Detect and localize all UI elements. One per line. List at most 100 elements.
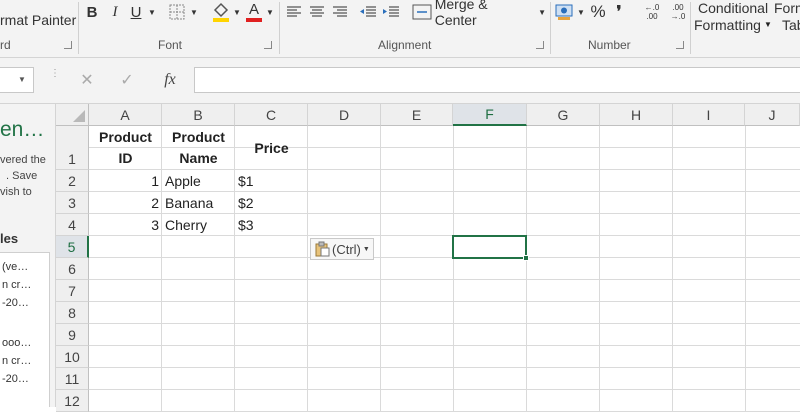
recovered-files-list[interactable]: (ve… n cr… -20… ooo… n cr… -20… [0, 252, 50, 407]
insert-function-button[interactable]: fx [158, 69, 182, 91]
formula-bar-grip[interactable]: ⋮ [50, 69, 60, 79]
accounting-dropdown-icon[interactable]: ▼ [576, 4, 586, 20]
align-center-icon [310, 6, 324, 17]
side-pane-title: en… [0, 118, 45, 141]
increase-decimal-button[interactable]: ←.0 .00 [640, 0, 664, 24]
column-header-h[interactable]: H [600, 104, 673, 126]
font-dialog-launcher[interactable] [264, 41, 272, 49]
bold-button[interactable]: B [82, 2, 102, 22]
formula-input[interactable] [194, 67, 800, 93]
name-box-dropdown-icon[interactable]: ▼ [18, 75, 26, 84]
cell-a3[interactable]: 2 [89, 192, 159, 214]
merge-center-button[interactable]: Merge & Center ▼ [412, 0, 546, 28]
row-header-1[interactable]: 1 [56, 126, 89, 170]
ribbon: rmat Painter rd B I U ▼ ▼ ▼ A ▼ Font Mer… [0, 0, 800, 58]
column-header-e[interactable]: E [381, 104, 453, 126]
cell-b1-line1: Product [172, 129, 225, 145]
alignment-dialog-launcher[interactable] [536, 41, 544, 49]
cell-a1[interactable]: Product ID [89, 126, 162, 170]
paste-options-dropdown-icon: ▼ [362, 245, 370, 253]
row-header-4[interactable]: 4 [56, 214, 89, 236]
side-pane-section-heading: les [0, 231, 19, 246]
row-header-5[interactable]: 5 [56, 236, 89, 258]
column-header-f[interactable]: F [453, 104, 527, 126]
conditional-formatting-button[interactable]: Conditional Formatting ▼ [694, 0, 772, 36]
comma-style-button[interactable]: ❜ [611, 1, 627, 23]
fill-color-button[interactable] [210, 0, 232, 24]
borders-button[interactable] [168, 3, 186, 21]
row-header-7[interactable]: 7 [56, 280, 89, 302]
list-item[interactable]: (ve… [2, 261, 28, 273]
cell-c4[interactable]: $3 [238, 214, 308, 236]
number-group-label: Number [588, 38, 631, 52]
align-center-button[interactable] [307, 3, 327, 21]
increase-indent-button[interactable] [381, 3, 401, 21]
cell-b2[interactable]: Apple [165, 170, 235, 192]
fill-handle[interactable] [523, 255, 529, 261]
row-header-11[interactable]: 11 [56, 368, 89, 390]
row-header-6[interactable]: 6 [56, 258, 89, 280]
font-color-dropdown-icon[interactable]: ▼ [265, 4, 275, 20]
format-painter-button[interactable]: rmat Painter [0, 12, 76, 28]
row-header-8[interactable]: 8 [56, 302, 89, 324]
column-header-c[interactable]: C [235, 104, 308, 126]
cell-b3[interactable]: Banana [165, 192, 235, 214]
row-header-12[interactable]: 12 [56, 390, 89, 412]
align-right-button[interactable] [330, 3, 350, 21]
list-item[interactable]: ooo… [2, 337, 31, 349]
list-item[interactable]: n cr… [2, 279, 31, 291]
column-header-a[interactable]: A [89, 104, 162, 126]
font-color-glyph: A [248, 1, 259, 18]
side-pane-text-line: vish to [0, 186, 32, 198]
cell-a4[interactable]: 3 [89, 214, 159, 236]
ribbon-separator [78, 2, 79, 54]
cell-b1[interactable]: Product Name [162, 126, 235, 170]
merge-center-icon [412, 4, 432, 20]
font-color-button[interactable]: A [244, 0, 264, 24]
merge-center-dropdown-icon: ▼ [538, 7, 546, 17]
underline-button[interactable]: U [126, 2, 146, 22]
column-header-i[interactable]: I [673, 104, 745, 126]
format-as-table-label-2: Tab [782, 17, 800, 33]
paste-options-button[interactable]: (Ctrl) ▼ [310, 238, 374, 260]
list-item[interactable]: -20… [2, 297, 29, 309]
row-header-10[interactable]: 10 [56, 346, 89, 368]
column-header-d[interactable]: D [308, 104, 381, 126]
column-header-j[interactable]: J [745, 104, 800, 126]
align-left-button[interactable] [284, 3, 304, 21]
active-cell-f5[interactable] [452, 235, 529, 261]
cell-c2[interactable]: $1 [238, 170, 308, 192]
select-all-button[interactable] [56, 104, 89, 126]
font-color-bar [246, 18, 262, 22]
cell-b4[interactable]: Cherry [165, 214, 235, 236]
clipboard-icon [315, 241, 330, 257]
row-header-9[interactable]: 9 [56, 324, 89, 346]
clipboard-group-label: rd [0, 38, 11, 52]
cell-a2[interactable]: 1 [89, 170, 159, 192]
row-header-3[interactable]: 3 [56, 192, 89, 214]
align-right-icon [333, 6, 347, 17]
column-header-g[interactable]: G [527, 104, 600, 126]
cell-c3[interactable]: $2 [238, 192, 308, 214]
percent-style-button[interactable]: % [589, 1, 607, 23]
underline-dropdown-icon[interactable]: ▼ [147, 4, 157, 20]
fill-color-dropdown-icon[interactable]: ▼ [232, 4, 242, 20]
cell-c1[interactable]: Price [235, 126, 308, 170]
accounting-format-button[interactable] [554, 1, 576, 23]
column-header-b[interactable]: B [162, 104, 235, 126]
decrease-decimal-button[interactable]: .00 →.0 [666, 0, 690, 24]
ribbon-separator [279, 2, 280, 54]
clipboard-dialog-launcher[interactable] [64, 41, 72, 49]
format-as-table-button[interactable]: Form Tab [772, 0, 800, 36]
decrease-indent-button[interactable] [358, 3, 378, 21]
italic-button[interactable]: I [106, 2, 124, 22]
enter-button[interactable]: ✓ [116, 69, 138, 91]
list-item[interactable]: n cr… [2, 355, 31, 367]
name-box[interactable]: ▼ [0, 67, 34, 93]
cell-a1-line2: ID [118, 150, 133, 166]
borders-dropdown-icon[interactable]: ▼ [189, 4, 199, 20]
list-item[interactable]: -20… [2, 373, 29, 385]
number-dialog-launcher[interactable] [676, 41, 684, 49]
cancel-button[interactable]: ✕ [76, 69, 98, 91]
row-header-2[interactable]: 2 [56, 170, 89, 192]
